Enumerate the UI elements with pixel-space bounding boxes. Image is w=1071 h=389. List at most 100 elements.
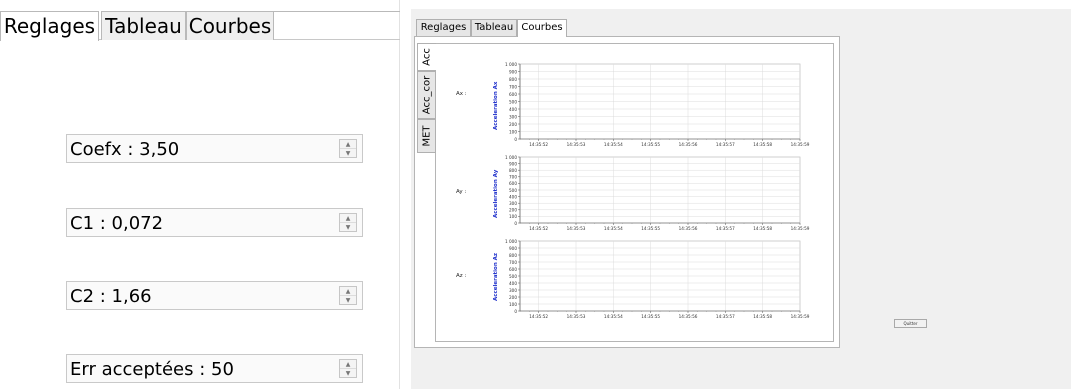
y-tick-label: 0 [514,137,517,142]
coefx-stepper[interactable]: ▲ ▼ [339,139,357,158]
tab-reglages[interactable]: Reglages [0,11,99,41]
y-tick-label: 600 [509,181,517,186]
row-label-az: Az : [456,273,467,279]
side-tab-acc-cor[interactable]: Acc_cor [417,71,436,119]
decrement-arrow-icon[interactable]: ▼ [340,369,356,378]
y-tick-label: 600 [509,92,517,97]
x-tick-label: 14:35:59 [791,226,810,231]
quit-button[interactable]: Quitter [894,319,927,328]
c2-stepper[interactable]: ▲ ▼ [339,286,357,305]
y-tick-label: 400 [509,194,517,199]
x-tick-label: 14:35:55 [641,142,660,147]
ylabel-ax: Acceleration Ax [493,81,499,130]
coefx-spinbox[interactable]: Coefx : 3,50 ▲ ▼ [66,134,363,163]
y-tick-label: 300 [509,114,517,119]
x-tick-label: 14:35:58 [753,226,772,231]
y-tick-label: 1 000 [505,239,517,244]
y-tick-label: 1 000 [505,62,517,67]
x-tick-label: 14:35:54 [604,142,623,147]
side-tab-acc-cor-label: Acc_cor [421,75,432,115]
chart-ax: 1 000900800700600500400300200100014:35:5… [505,62,810,147]
x-tick-label: 14:35:55 [641,314,660,319]
chart-az: 1 000900800700600500400300200100014:35:5… [505,239,810,319]
y-tick-label: 500 [509,99,517,104]
y-tick-label: 800 [509,168,517,173]
x-tick-label: 14:35:54 [604,226,623,231]
y-tick-label: 500 [509,188,517,193]
x-tick-label: 14:35:58 [753,314,772,319]
y-tick-label: 800 [509,253,517,258]
x-tick-label: 14:35:57 [716,226,735,231]
settings-panel-zoomed: Reglages Tableau Courbes Coefx : 3,50 ▲ … [0,0,400,389]
c1-stepper[interactable]: ▲ ▼ [339,213,357,232]
y-tick-label: 100 [509,302,517,307]
tab-tableau-small[interactable]: Tableau [471,19,517,36]
x-tick-label: 14:35:59 [791,142,810,147]
increment-arrow-icon[interactable]: ▲ [340,287,356,296]
y-tick-label: 300 [509,288,517,293]
row-label-ax: Ax : [456,91,467,97]
y-tick-label: 200 [509,295,517,300]
x-tick-label: 14:35:52 [529,314,548,319]
y-tick-label: 1 000 [505,155,517,160]
x-tick-label: 14:35:52 [529,226,548,231]
increment-arrow-icon[interactable]: ▲ [340,214,356,223]
tab-courbes-small[interactable]: Courbes [517,19,567,37]
y-tick-label: 100 [509,129,517,134]
x-tick-label: 14:35:57 [716,142,735,147]
increment-arrow-icon[interactable]: ▲ [340,360,356,369]
side-tab-met[interactable]: MET [417,119,436,153]
y-tick-label: 700 [509,260,517,265]
c2-value[interactable]: C2 : 1,66 [70,285,152,309]
x-tick-label: 14:35:56 [679,226,698,231]
c1-value[interactable]: C1 : 0,072 [70,212,163,236]
y-tick-label: 200 [509,208,517,213]
x-tick-label: 14:35:56 [679,142,698,147]
tab-courbes[interactable]: Courbes [186,11,274,40]
err-acceptees-stepper[interactable]: ▲ ▼ [339,359,357,378]
y-tick-label: 700 [509,175,517,180]
x-tick-label: 14:35:52 [529,142,548,147]
decrement-arrow-icon[interactable]: ▼ [340,223,356,232]
side-tab-acc-label: Acc [421,48,433,66]
x-tick-label: 14:35:58 [753,142,772,147]
side-tab-acc[interactable]: Acc [417,43,436,71]
x-tick-label: 14:35:57 [716,314,735,319]
c1-spinbox[interactable]: C1 : 0,072 ▲ ▼ [66,208,363,237]
x-tick-label: 14:35:59 [791,314,810,319]
x-tick-label: 14:35:53 [567,314,586,319]
chart-ay: 1 000900 800 700600 500400 300 200100 0 14:35:5… [505,155,810,231]
tab-reglages-small[interactable]: Reglages [416,19,471,36]
x-tick-label: 14:35:54 [604,314,623,319]
decrement-arrow-icon[interactable]: ▼ [340,296,356,305]
err-acceptees-value[interactable]: Err acceptées : 50 [70,358,234,382]
y-tick-label: 600 [509,267,517,272]
y-tick-label: 400 [509,281,517,286]
y-tick-label: 900 [509,246,517,251]
y-tick-label: 400 [509,107,517,112]
decrement-arrow-icon[interactable]: ▼ [340,149,356,158]
y-tick-label: 500 [509,274,517,279]
tab-bar-top-border [274,11,400,12]
y-tick-label: 800 [509,77,517,82]
x-tick-label: 14:35:53 [567,142,586,147]
x-tick-label: 14:35:56 [679,314,698,319]
tab-tableau[interactable]: Tableau [101,11,186,40]
c2-spinbox[interactable]: C2 : 1,66 ▲ ▼ [66,281,363,310]
x-tick-label: 14:35:53 [567,226,586,231]
ylabel-az: Acceleration Az [493,252,499,301]
y-tick-label: 700 [509,84,517,89]
y-tick-label: 0 [514,221,517,226]
ylabel-ay: Acceleration Ay [493,169,499,218]
increment-arrow-icon[interactable]: ▲ [340,140,356,149]
coefx-value[interactable]: Coefx : 3,50 [70,138,179,162]
y-tick-label: 300 [509,201,517,206]
x-tick-label: 14:35:55 [641,226,660,231]
y-tick-label: 900 [509,161,517,166]
y-tick-label: 100 [509,214,517,219]
err-acceptees-spinbox[interactable]: Err acceptées : 50 ▲ ▼ [66,354,363,383]
y-tick-label: 200 [509,122,517,127]
y-tick-label: 900 [509,69,517,74]
y-tick-label: 0 [514,309,517,314]
side-tab-met-label: MET [421,125,432,147]
